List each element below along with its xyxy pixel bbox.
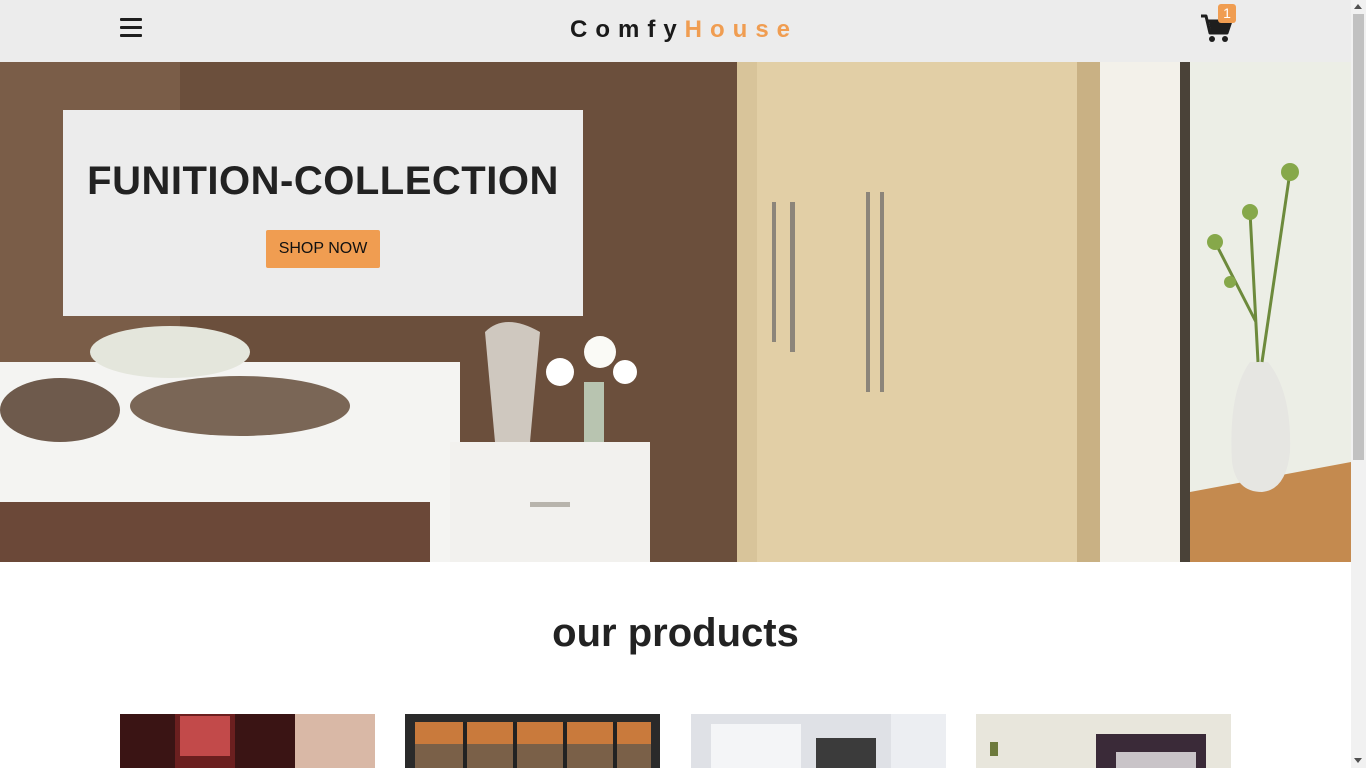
brand-text-comfy: Comfy xyxy=(570,16,685,43)
scroll-up-arrow-icon[interactable] xyxy=(1354,4,1362,9)
product-image[interactable] xyxy=(405,714,660,768)
product-card[interactable] xyxy=(120,714,375,768)
hero-banner-box: FUNITION-COLLECTION SHOP NOW xyxy=(63,110,583,316)
product-card[interactable] xyxy=(405,714,660,768)
navbar: ComfyHouse 1 xyxy=(0,0,1351,62)
product-image[interactable] xyxy=(976,714,1231,768)
scroll-down-arrow-icon[interactable] xyxy=(1354,758,1362,763)
brand-text-house: House xyxy=(684,16,799,43)
products-section-title: our products xyxy=(552,611,799,655)
product-image[interactable] xyxy=(691,714,946,768)
product-card[interactable] xyxy=(976,714,1231,768)
brand-logo[interactable]: ComfyHouse xyxy=(570,15,798,45)
shop-now-button[interactable]: SHOP NOW xyxy=(266,230,380,268)
hero-title: FUNITION-COLLECTION xyxy=(87,159,559,203)
cart-count-badge: 1 xyxy=(1218,4,1236,23)
hamburger-menu-icon[interactable] xyxy=(120,18,143,40)
page-scrollbar[interactable] xyxy=(1351,0,1366,768)
product-card[interactable] xyxy=(691,714,946,768)
scrollbar-thumb[interactable] xyxy=(1353,14,1364,460)
product-image[interactable] xyxy=(120,714,375,768)
hero-banner: FUNITION-COLLECTION SHOP NOW xyxy=(0,62,1351,562)
